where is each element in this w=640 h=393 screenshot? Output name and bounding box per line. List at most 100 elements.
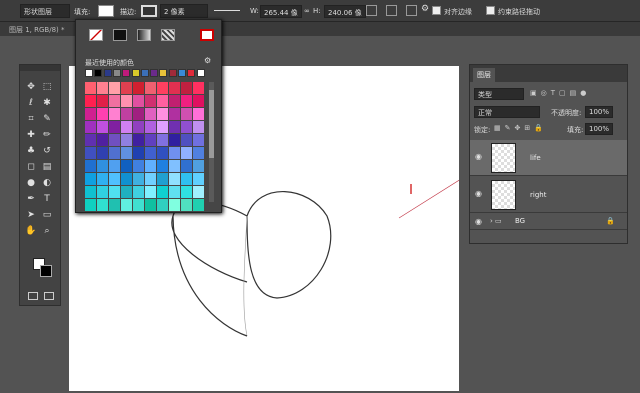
- color-swatch[interactable]: [157, 173, 168, 185]
- color-swatch[interactable]: [133, 173, 144, 185]
- eraser-icon[interactable]: ◻: [25, 161, 37, 173]
- color-swatch[interactable]: [169, 121, 180, 133]
- color-swatch[interactable]: [97, 95, 108, 107]
- color-swatch[interactable]: [169, 160, 180, 172]
- color-swatch[interactable]: [169, 95, 180, 107]
- color-swatch[interactable]: [181, 82, 192, 94]
- stroke-width-select[interactable]: 2 像素: [160, 4, 208, 18]
- path-arrangement-icon[interactable]: [406, 5, 417, 16]
- recent-color-swatch[interactable]: [94, 69, 103, 77]
- healing-icon[interactable]: ✚: [25, 129, 37, 141]
- crop-icon[interactable]: ⌗: [25, 113, 37, 125]
- kind-filter-select[interactable]: 类型: [474, 88, 524, 100]
- color-swatch[interactable]: [97, 82, 108, 94]
- color-swatch[interactable]: [133, 95, 144, 107]
- color-swatch[interactable]: [157, 199, 168, 211]
- color-swatch[interactable]: [181, 95, 192, 107]
- settings-icon[interactable]: ⚙: [204, 56, 211, 65]
- recent-color-swatch[interactable]: [140, 69, 149, 77]
- stroke-type-line[interactable]: [214, 10, 240, 11]
- color-swatch[interactable]: [109, 199, 120, 211]
- layer-group-bg[interactable]: ◉ › ▭ BG 🔒: [470, 214, 627, 230]
- recent-color-swatch[interactable]: [168, 69, 177, 77]
- opacity-field[interactable]: 100%: [585, 106, 613, 118]
- brush-icon[interactable]: ✏: [41, 129, 53, 141]
- color-swatch[interactable]: [145, 108, 156, 120]
- color-swatch[interactable]: [133, 134, 144, 146]
- path-operations-icon[interactable]: [366, 5, 377, 16]
- color-swatch[interactable]: [193, 95, 204, 107]
- color-swatch[interactable]: [109, 186, 120, 198]
- color-swatch[interactable]: [133, 147, 144, 159]
- color-swatch[interactable]: [169, 147, 180, 159]
- color-swatch[interactable]: [169, 82, 180, 94]
- recent-color-swatch[interactable]: [103, 69, 112, 77]
- solid-color-button[interactable]: [113, 29, 127, 41]
- color-swatch[interactable]: [157, 134, 168, 146]
- document-tab[interactable]: 图层 1, RGB/8) *: [4, 22, 70, 36]
- magic-wand-icon[interactable]: ✱: [41, 97, 53, 109]
- color-swatch[interactable]: [85, 95, 96, 107]
- gradient-icon[interactable]: ▤: [41, 161, 53, 173]
- zoom-icon[interactable]: ⌕: [41, 225, 53, 237]
- color-swatch[interactable]: [145, 82, 156, 94]
- color-swatch[interactable]: [121, 160, 132, 172]
- color-swatch[interactable]: [193, 108, 204, 120]
- color-swatch[interactable]: [121, 173, 132, 185]
- eyedropper-icon[interactable]: ✎: [41, 113, 53, 125]
- lasso-icon[interactable]: ℓ: [25, 97, 37, 109]
- recent-color-swatch[interactable]: [85, 69, 93, 77]
- background-color-swatch[interactable]: [40, 265, 52, 277]
- clone-stamp-icon[interactable]: ♣: [25, 145, 37, 157]
- color-swatch[interactable]: [85, 173, 96, 185]
- color-swatch[interactable]: [109, 121, 120, 133]
- color-swatch[interactable]: [157, 108, 168, 120]
- move-icon[interactable]: ✥: [25, 81, 37, 93]
- fill-field[interactable]: 100%: [585, 123, 613, 135]
- color-swatch[interactable]: [181, 134, 192, 146]
- color-swatch[interactable]: [193, 147, 204, 159]
- color-swatch[interactable]: [97, 121, 108, 133]
- color-swatch[interactable]: [109, 82, 120, 94]
- fill-swatch[interactable]: [98, 5, 114, 17]
- color-swatch[interactable]: [169, 108, 180, 120]
- color-swatch[interactable]: [85, 134, 96, 146]
- recent-color-swatch[interactable]: [150, 69, 159, 77]
- stroke-swatch[interactable]: [141, 5, 157, 17]
- color-swatch[interactable]: [181, 121, 192, 133]
- color-swatch[interactable]: [97, 108, 108, 120]
- color-swatch[interactable]: [193, 186, 204, 198]
- color-swatch[interactable]: [121, 108, 132, 120]
- color-swatch[interactable]: [193, 82, 204, 94]
- color-swatch[interactable]: [157, 82, 168, 94]
- height-field[interactable]: 240.06 像: [324, 5, 366, 18]
- recent-color-swatch[interactable]: [112, 69, 121, 77]
- color-swatch[interactable]: [85, 160, 96, 172]
- color-swatch[interactable]: [181, 108, 192, 120]
- color-swatch[interactable]: [169, 186, 180, 198]
- color-swatch[interactable]: [97, 147, 108, 159]
- folder-icon[interactable]: › ▭: [490, 217, 502, 225]
- color-swatch[interactable]: [97, 160, 108, 172]
- no-color-button[interactable]: [89, 29, 103, 41]
- type-icon[interactable]: T: [41, 193, 53, 205]
- color-swatch[interactable]: [109, 95, 120, 107]
- layer-row-life[interactable]: ◉ life: [470, 140, 627, 176]
- color-swatch[interactable]: [133, 82, 144, 94]
- pattern-button[interactable]: [161, 29, 175, 41]
- color-swatch[interactable]: [109, 108, 120, 120]
- tool-mode-select[interactable]: 形状图层: [20, 4, 70, 18]
- color-swatch[interactable]: [109, 147, 120, 159]
- color-swatch[interactable]: [193, 121, 204, 133]
- color-swatch[interactable]: [145, 173, 156, 185]
- color-swatch[interactable]: [157, 147, 168, 159]
- color-swatch[interactable]: [193, 134, 204, 146]
- color-swatch[interactable]: [193, 160, 204, 172]
- color-swatch[interactable]: [85, 82, 96, 94]
- color-swatch[interactable]: [181, 173, 192, 185]
- quick-mask-icon[interactable]: [28, 292, 38, 300]
- recent-color-swatch[interactable]: [187, 69, 196, 77]
- color-swatch[interactable]: [85, 147, 96, 159]
- color-swatch[interactable]: [181, 160, 192, 172]
- color-picker-button[interactable]: [200, 29, 214, 41]
